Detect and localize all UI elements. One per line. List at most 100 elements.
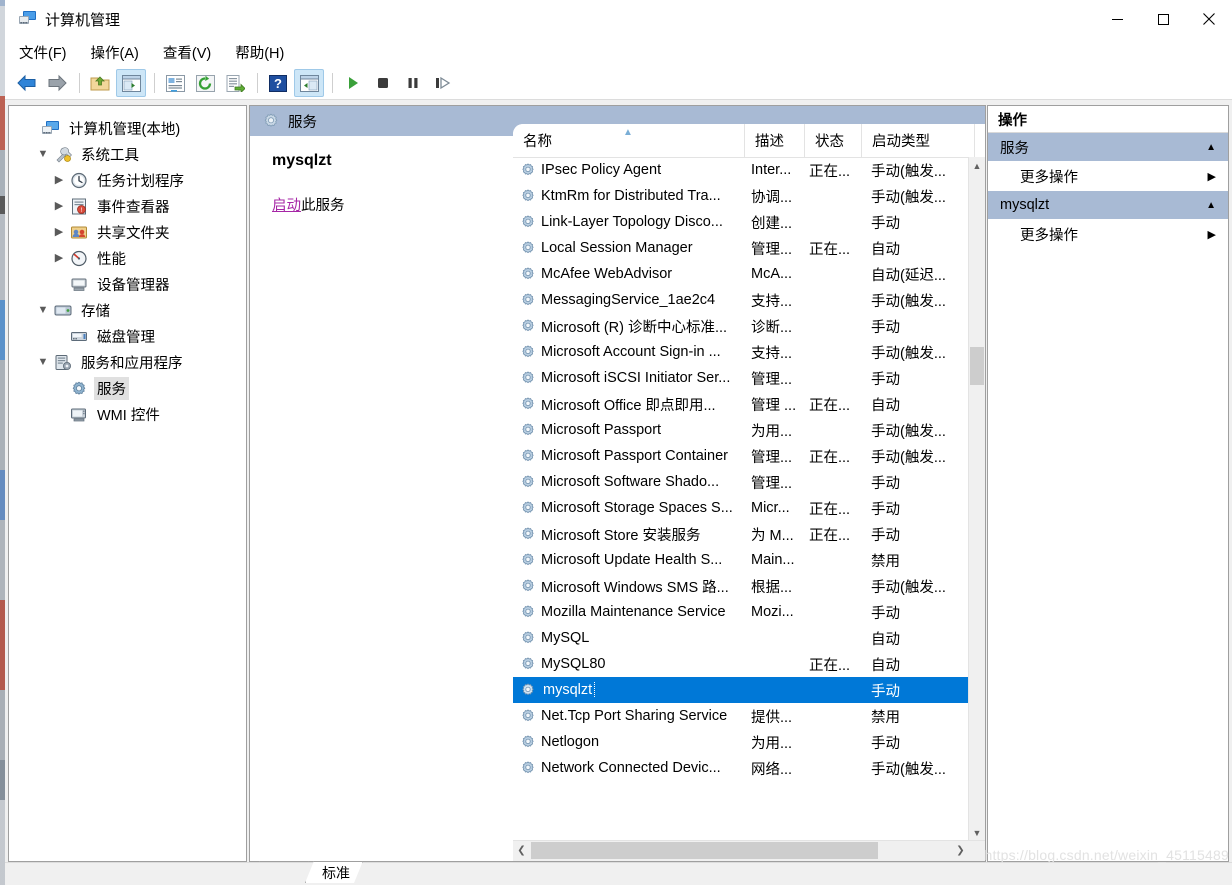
tree-item-services[interactable]: 服务 bbox=[17, 375, 246, 401]
tree-expander[interactable]: ▶ bbox=[49, 174, 69, 186]
table-row[interactable]: Microsoft Office 即点即用... 管理 ... 正在... 自动 bbox=[513, 391, 969, 417]
table-row[interactable]: Netlogon 为用... 手动 bbox=[513, 729, 969, 755]
export-list-icon[interactable] bbox=[221, 70, 249, 96]
show-hide-tree-icon[interactable] bbox=[116, 69, 146, 97]
table-row[interactable]: Microsoft Store 安装服务 为 M... 正在... 手动 bbox=[513, 521, 969, 547]
tree-expander[interactable]: ▼ bbox=[33, 356, 53, 368]
tab-standard[interactable]: 标准 bbox=[305, 861, 363, 883]
tree-item-system-tools[interactable]: ▼ 系统工具 bbox=[17, 141, 246, 167]
tree-item-task-scheduler[interactable]: ▶ 任务计划程序 bbox=[17, 167, 246, 193]
table-row[interactable]: Microsoft Account Sign-in ... 支持... 手动(触发.… bbox=[513, 339, 969, 365]
table-row[interactable]: IPsec Policy Agent Inter... 正在... 手动(触发... bbox=[513, 157, 969, 183]
service-gear-icon bbox=[518, 707, 538, 725]
table-row[interactable]: Network Connected Devic... 网络... 手动(触发... bbox=[513, 755, 969, 781]
cell-service-name: Microsoft (R) 诊断中心标准... bbox=[541, 319, 728, 336]
list-vertical-scrollbar[interactable]: ▲ ▼ bbox=[968, 157, 985, 841]
table-row[interactable]: MySQL 自动 bbox=[513, 625, 969, 651]
close-button[interactable] bbox=[1186, 0, 1232, 38]
event-viewer-icon: ! bbox=[69, 197, 89, 215]
scroll-up-arrow-icon[interactable]: ▲ bbox=[969, 157, 985, 174]
start-service-icon[interactable] bbox=[339, 70, 367, 96]
action-more-actions-services[interactable]: 更多操作 ▶ bbox=[988, 161, 1228, 191]
table-row[interactable]: Local Session Manager 管理... 正在... 自动 bbox=[513, 235, 969, 261]
table-row[interactable]: Microsoft Passport Container 管理... 正在... 手动… bbox=[513, 443, 969, 469]
performance-icon bbox=[69, 249, 89, 267]
svg-text:?: ? bbox=[274, 76, 282, 91]
cell-description: 提供... bbox=[751, 709, 793, 726]
service-gear-icon bbox=[518, 213, 538, 231]
tree-expander[interactable]: ▶ bbox=[49, 226, 69, 238]
service-gear-icon bbox=[518, 681, 538, 699]
tree-expander[interactable]: ▶ bbox=[49, 200, 69, 212]
cell-startup-type: 手动(触发... bbox=[871, 761, 946, 778]
scroll-left-arrow-icon[interactable]: ❮ bbox=[513, 841, 530, 860]
cell-service-name: Microsoft Windows SMS 路... bbox=[541, 579, 729, 596]
show-action-pane-icon[interactable] bbox=[294, 69, 324, 97]
vertical-scroll-thumb[interactable] bbox=[970, 347, 984, 385]
menu-help[interactable]: 帮助(H) bbox=[235, 39, 296, 66]
tree-expander[interactable]: ▼ bbox=[33, 304, 53, 316]
restart-service-icon[interactable] bbox=[429, 70, 457, 96]
table-row[interactable]: Microsoft Storage Spaces S... Micr... 正在..… bbox=[513, 495, 969, 521]
service-gear-icon bbox=[518, 655, 538, 673]
table-row[interactable]: Microsoft Windows SMS 路... 根据... 手动(触发... bbox=[513, 573, 969, 599]
cell-startup-type: 手动(触发... bbox=[871, 449, 946, 466]
menu-action[interactable]: 操作(A) bbox=[91, 39, 151, 66]
start-service-link[interactable]: 启动 bbox=[272, 198, 301, 214]
tree-item-disk-management[interactable]: 磁盘管理 bbox=[17, 323, 246, 349]
tree-item-storage[interactable]: ▼ 存储 bbox=[17, 297, 246, 323]
stop-service-icon[interactable] bbox=[369, 70, 397, 96]
table-row[interactable]: MessagingService_1ae2c4 支持... 手动(触发... bbox=[513, 287, 969, 313]
action-more-actions-mysqlzt[interactable]: 更多操作 ▶ bbox=[988, 219, 1228, 249]
minimize-button[interactable] bbox=[1094, 0, 1140, 38]
actions-pane: 操作 服务 ▲ 更多操作 ▶ mysqlzt ▲ 更多操作 ▶ bbox=[987, 105, 1229, 862]
service-gear-icon bbox=[518, 577, 538, 595]
table-row[interactable]: Microsoft Passport 为用... 手动(触发... bbox=[513, 417, 969, 443]
menu-file[interactable]: 文件(F) bbox=[19, 39, 79, 66]
tree-item-shared-folders[interactable]: ▶ 共享文件夹 bbox=[17, 219, 246, 245]
table-row[interactable]: Link-Layer Topology Disco... 创建... 手动 bbox=[513, 209, 969, 235]
table-row[interactable]: Microsoft (R) 诊断中心标准... 诊断... 手动 bbox=[513, 313, 969, 339]
task-scheduler-icon bbox=[69, 171, 89, 189]
table-row[interactable]: Mozilla Maintenance Service Mozi... 手动 bbox=[513, 599, 969, 625]
table-row[interactable]: Microsoft Update Health S... Main... 禁用 bbox=[513, 547, 969, 573]
table-row[interactable]: KtmRm for Distributed Tra... 协调... 手动(触发..… bbox=[513, 183, 969, 209]
column-header-desc[interactable]: 描述 bbox=[745, 124, 805, 157]
menu-view[interactable]: 查看(V) bbox=[163, 39, 223, 66]
tree-item-services-and-applications[interactable]: ▼ 服务和应用程序 bbox=[17, 349, 246, 375]
actions-group-label: 服务 bbox=[1000, 140, 1029, 157]
tree-item-label: 服务和应用程序 bbox=[81, 355, 183, 372]
chevron-up-icon[interactable]: ▲ bbox=[1206, 200, 1216, 211]
tree-item-computer-management-local[interactable]: 计算机管理(本地) bbox=[17, 115, 246, 141]
properties-icon[interactable] bbox=[161, 70, 189, 96]
scroll-right-arrow-icon[interactable]: ❯ bbox=[952, 841, 969, 860]
back-icon[interactable] bbox=[13, 70, 41, 96]
tree-item-performance[interactable]: ▶ 性能 bbox=[17, 245, 246, 271]
tree-item-event-viewer[interactable]: ▶ ! 事件查看器 bbox=[17, 193, 246, 219]
tree-item-device-manager[interactable]: 设备管理器 bbox=[17, 271, 246, 297]
list-horizontal-scrollbar[interactable]: ❮ ❯ bbox=[513, 840, 985, 861]
table-row[interactable]: MySQL80 正在... 自动 bbox=[513, 651, 969, 677]
table-row[interactable]: McAfee WebAdvisor McA... 自动(延迟... bbox=[513, 261, 969, 287]
tree-expander[interactable]: ▶ bbox=[49, 252, 69, 264]
forward-icon[interactable] bbox=[43, 70, 71, 96]
table-row[interactable]: Net.Tcp Port Sharing Service 提供... 禁用 bbox=[513, 703, 969, 729]
refresh-icon[interactable] bbox=[191, 70, 219, 96]
column-header-name[interactable]: ▲ 名称 bbox=[513, 124, 745, 157]
pause-service-icon[interactable] bbox=[399, 70, 427, 96]
table-row[interactable]: Microsoft Software Shado... 管理... 手动 bbox=[513, 469, 969, 495]
actions-group-header-mysqlzt[interactable]: mysqlzt ▲ bbox=[988, 191, 1228, 219]
chevron-up-icon[interactable]: ▲ bbox=[1206, 142, 1216, 153]
column-header-startup[interactable]: 启动类型 bbox=[862, 124, 975, 157]
horizontal-scroll-thumb[interactable] bbox=[531, 842, 878, 859]
up-folder-icon[interactable] bbox=[86, 70, 114, 96]
actions-group-header-services[interactable]: 服务 ▲ bbox=[988, 133, 1228, 161]
table-row[interactable]: Microsoft iSCSI Initiator Ser... 管理... 手动 bbox=[513, 365, 969, 391]
help-icon[interactable]: ? bbox=[264, 70, 292, 96]
column-header-status[interactable]: 状态 bbox=[805, 124, 862, 157]
maximize-button[interactable] bbox=[1140, 0, 1186, 38]
scroll-down-arrow-icon[interactable]: ▼ bbox=[969, 824, 985, 841]
tree-expander[interactable]: ▼ bbox=[33, 148, 53, 160]
tree-item-wmi-control[interactable]: WMI 控件 bbox=[17, 401, 246, 427]
table-row-selected[interactable]: mysqlzt 手动 bbox=[513, 677, 969, 703]
